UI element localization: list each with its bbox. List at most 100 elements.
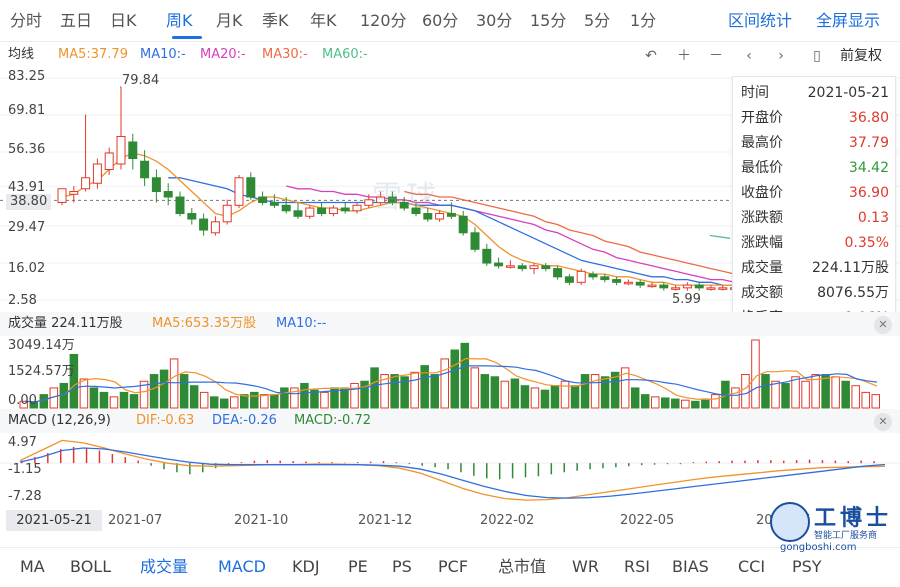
candle-body <box>69 191 79 195</box>
volume-bar <box>480 374 490 409</box>
volume-bar <box>851 385 860 409</box>
indicator-tab-11[interactable]: BIAS <box>672 556 709 578</box>
close-volume-icon[interactable]: ✕ <box>874 316 892 334</box>
volume-bar <box>550 385 560 409</box>
indicator-tab-2[interactable]: 成交量 <box>140 556 188 578</box>
candle-body <box>293 210 303 217</box>
indicator-tab-0[interactable]: MA <box>20 556 45 578</box>
watermark-logo: 雪球 <box>372 180 440 215</box>
volume-bar <box>99 391 109 409</box>
volume-bar <box>460 342 470 409</box>
volume-bar <box>821 374 830 409</box>
logo-subtitle: 智能工厂服务商 <box>814 531 878 541</box>
date-tick-label: 2022-02 <box>480 513 535 528</box>
volume-bar <box>300 382 309 409</box>
price-tick-label: 56.36 <box>8 142 46 157</box>
candle-body <box>482 248 492 264</box>
candle-body <box>222 204 232 223</box>
macd-label: MACD (12,26,9) <box>8 413 111 428</box>
volume-label: 成交量 224.11万股 <box>8 316 123 331</box>
volume-bar <box>681 399 690 409</box>
candle-body <box>104 152 114 171</box>
indicator-tab-8[interactable]: 总市值 <box>498 556 546 578</box>
volume-bar <box>59 382 69 409</box>
volume-bar <box>761 374 770 409</box>
indicator-tab-6[interactable]: PS <box>392 556 412 578</box>
volume-bar <box>199 391 209 409</box>
indicator-tab-13[interactable]: PSY <box>792 556 822 578</box>
volume-bar <box>660 397 670 409</box>
info-key: 最高价 <box>741 135 783 151</box>
volume-bar <box>240 394 249 409</box>
info-key: 收盘价 <box>741 185 783 201</box>
volume-bar <box>440 358 450 409</box>
volume-bar <box>450 349 460 409</box>
candle-body <box>541 265 551 270</box>
volume-bar <box>630 387 640 409</box>
robot-face-icon <box>770 502 810 542</box>
indicator-tab-12[interactable]: CCI <box>738 556 765 578</box>
volume-bar <box>741 374 750 409</box>
volume-bar <box>520 385 530 409</box>
info-key: 最低价 <box>741 160 783 176</box>
candle-body <box>57 188 67 204</box>
volume-bar <box>781 382 790 409</box>
indicator-tab-4[interactable]: KDJ <box>292 556 320 578</box>
candle-body <box>328 207 338 215</box>
info-row: 最低价 34.42 <box>733 156 897 181</box>
volume-bar <box>831 376 840 409</box>
indicator-tab-1[interactable]: BOLL <box>70 556 111 578</box>
volume-ma5: MA5:653.35万股 <box>152 316 257 331</box>
candle-body <box>163 191 173 198</box>
candle-body <box>494 262 504 267</box>
indicator-tab-3[interactable]: MACD <box>218 556 266 578</box>
info-row: 涨跌额 0.13 <box>733 206 897 231</box>
date-tick-label: 2021-10 <box>234 513 289 528</box>
macd-tick-label: 4.97 <box>8 435 37 450</box>
candle-body <box>564 276 574 283</box>
volume-bar <box>159 369 169 409</box>
candle-body <box>458 215 468 234</box>
info-key: 涨跌额 <box>741 210 783 226</box>
logo-url: gongboshi.com <box>780 542 857 553</box>
candle-body <box>246 177 256 198</box>
candle-body <box>92 163 102 184</box>
volume-bar <box>340 387 349 409</box>
indicator-tab-7[interactable]: PCF <box>438 556 468 578</box>
candle-body <box>269 202 279 206</box>
candle-body <box>281 204 291 212</box>
indicator-tab-9[interactable]: WR <box>572 556 599 578</box>
candle-body <box>81 177 91 190</box>
volume-bar <box>360 380 369 409</box>
volume-bar <box>791 376 800 409</box>
close-macd-icon[interactable]: ✕ <box>874 413 892 431</box>
candle-body <box>718 287 728 290</box>
volume-bar <box>490 376 500 409</box>
candle-body <box>210 221 220 234</box>
candle-body <box>317 207 327 215</box>
volume-bar <box>69 353 79 409</box>
candle-body <box>470 232 480 250</box>
info-key: 成交额 <box>741 285 783 301</box>
volume-bar <box>871 394 881 409</box>
indicator-tab-10[interactable]: RSI <box>624 556 650 578</box>
candle-body <box>553 268 563 278</box>
info-value: 37.79 <box>848 135 889 151</box>
indicator-tab-5[interactable]: PE <box>348 556 368 578</box>
volume-bar <box>390 374 399 409</box>
volume-bar <box>861 391 870 409</box>
ma60-line <box>709 234 731 239</box>
ohlc-info-panel: 时间 2021-05-21 开盘价 36.80 最高价 37.79 最低价 34.42 收盘价 3… <box>732 76 896 330</box>
info-value: 36.80 <box>848 110 889 126</box>
volume-bar <box>119 391 129 409</box>
volume-bar <box>79 378 89 409</box>
ma30-line <box>404 190 736 278</box>
volume-bar <box>570 385 580 409</box>
info-value: 2021-05-21 <box>807 85 889 101</box>
volume-bar <box>260 394 269 409</box>
candle-body <box>647 284 657 288</box>
volume-bar <box>580 374 590 409</box>
volume-bar <box>229 396 239 409</box>
info-key: 成交量 <box>741 260 783 276</box>
info-value: 0.13 <box>857 210 889 226</box>
